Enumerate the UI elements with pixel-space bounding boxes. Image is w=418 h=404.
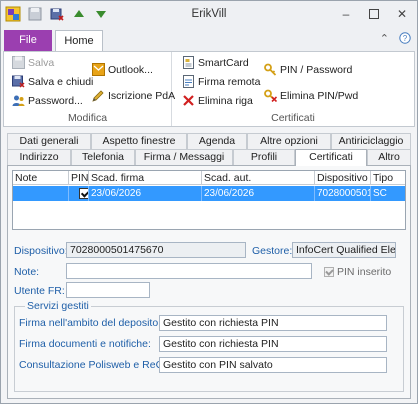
pin-inserito-checkbox[interactable] xyxy=(324,267,334,277)
firma-remota-button[interactable]: Firma remota xyxy=(182,75,260,88)
cell-pin xyxy=(69,186,89,201)
key-icon xyxy=(264,63,277,76)
quick-access-toolbar xyxy=(4,5,110,23)
tab-altre-opzioni[interactable]: Altre opzioni xyxy=(247,133,331,149)
note-label: Note: xyxy=(14,266,40,278)
delete-x-icon xyxy=(182,94,195,107)
cell-scad-firma: 23/06/2026 xyxy=(89,186,202,201)
certificati-panel: Note PIN Scad. firma Scad. aut. Disposit… xyxy=(7,165,411,399)
group-certificati: SmartCard Firma remota Elimina riga PIN … xyxy=(172,52,414,126)
gestore-field[interactable]: InfoCert Qualified Electr xyxy=(292,242,396,258)
app-window: ErikVill – ✕ File Home ⌃ ? Salva Salva e… xyxy=(0,0,418,404)
certificates-grid[interactable]: Note PIN Scad. firma Scad. aut. Disposit… xyxy=(12,170,406,230)
pin-inserito-label: PIN inserito xyxy=(337,266,392,278)
app-logo-icon[interactable] xyxy=(4,5,22,23)
firma-documenti-field[interactable]: Gestito con richiesta PIN xyxy=(159,336,387,352)
minimize-icon[interactable]: – xyxy=(335,5,357,23)
property-tab-row-2: Indirizzo Telefonia Firma / Messaggi Pro… xyxy=(7,149,411,166)
password-button[interactable]: Password... xyxy=(12,94,83,107)
iscrizione-pda-button[interactable]: Iscrizione PdA xyxy=(92,89,175,102)
servizi-gestiti-group: Servizi gestiti Firma nell'ambito del de… xyxy=(14,300,404,392)
tab-altro[interactable]: Altro xyxy=(367,149,411,165)
column-header-dispositivo[interactable]: Dispositivo xyxy=(315,171,371,185)
property-tabs: Dati generali Aspetto finestre Agenda Al… xyxy=(7,133,411,166)
tab-certificati[interactable]: Certificati xyxy=(295,149,367,166)
pin-password-button[interactable]: PIN / Password xyxy=(264,63,352,76)
consultazione-field[interactable]: Gestito con PIN salvato xyxy=(159,357,387,373)
table-row[interactable]: 23/06/2026 23/06/2026 70280005014 SC xyxy=(13,186,405,201)
smartcard-icon xyxy=(182,56,195,69)
file-tab[interactable]: File xyxy=(4,30,52,51)
elimina-pin-button[interactable]: Elimina PIN/Pwd xyxy=(264,89,358,103)
move-up-icon[interactable] xyxy=(70,5,88,23)
modifica-group-label: Modifica xyxy=(67,112,108,124)
elimina-riga-button[interactable]: Elimina riga xyxy=(182,94,253,107)
tab-telefonia[interactable]: Telefonia xyxy=(71,149,135,165)
ribbon: Salva Salva e chiudi Password... Outlook… xyxy=(3,51,415,127)
certificati-group-label: Certificati xyxy=(271,112,315,124)
close-icon[interactable]: ✕ xyxy=(391,5,413,23)
users-icon xyxy=(12,94,25,107)
tab-aspetto-finestre[interactable]: Aspetto finestre xyxy=(91,133,187,149)
servizi-gestiti-legend: Servizi gestiti xyxy=(25,300,91,312)
tab-dati-generali[interactable]: Dati generali xyxy=(7,133,91,149)
pin-checkbox[interactable] xyxy=(79,188,88,199)
save-icon[interactable] xyxy=(26,5,44,23)
cell-tipo: SC xyxy=(373,188,387,199)
collapse-ribbon-icon[interactable]: ⌃ xyxy=(380,32,389,47)
home-tab[interactable]: Home xyxy=(55,30,103,52)
save-icon xyxy=(12,56,25,69)
outlook-icon xyxy=(92,63,105,76)
tab-firma-messaggi[interactable]: Firma / Messaggi xyxy=(135,149,233,165)
column-header-note[interactable]: Note xyxy=(13,171,69,185)
smartcard-button[interactable]: SmartCard xyxy=(182,56,249,69)
utente-fr-field[interactable] xyxy=(66,282,150,298)
window-controls: – ✕ xyxy=(335,5,413,23)
tab-indirizzo[interactable]: Indirizzo xyxy=(7,149,71,165)
column-header-scad-aut[interactable]: Scad. aut. xyxy=(202,171,315,185)
dispositivo-label: Dispositivo: xyxy=(14,245,68,257)
salva-button[interactable]: Salva xyxy=(12,56,54,69)
deposito-label: Firma nell'ambito del deposito atto: xyxy=(19,317,182,329)
cell-dispositivo: 70280005014 xyxy=(315,186,371,201)
column-header-tipo[interactable]: Tipo xyxy=(371,171,405,185)
cell-scad-aut: 23/06/2026 xyxy=(202,186,315,201)
pencil-icon xyxy=(92,89,105,102)
gestore-label: Gestore: xyxy=(252,245,293,257)
deposito-field[interactable]: Gestito con richiesta PIN xyxy=(159,315,387,331)
tab-agenda[interactable]: Agenda xyxy=(187,133,247,149)
remote-signature-icon xyxy=(182,75,195,88)
column-header-scad-firma[interactable]: Scad. firma xyxy=(89,171,202,185)
ribbon-tab-icons: ⌃ ? xyxy=(380,32,411,47)
note-field[interactable] xyxy=(66,263,312,279)
tab-antiriciclaggio[interactable]: Antiriciclaggio xyxy=(331,133,411,149)
salva-chiudi-button[interactable]: Salva e chiudi xyxy=(12,75,93,88)
title-bar: ErikVill – ✕ xyxy=(1,1,417,29)
group-modifica: Salva Salva e chiudi Password... Outlook… xyxy=(4,52,175,126)
svg-text:?: ? xyxy=(403,34,408,43)
save-close-icon[interactable] xyxy=(48,5,66,23)
property-tab-row-1: Dati generali Aspetto finestre Agenda Al… xyxy=(7,133,411,149)
tab-profili[interactable]: Profili xyxy=(233,149,295,165)
outlook-button[interactable]: Outlook... xyxy=(92,63,153,76)
ribbon-tab-row: File Home ⌃ ? xyxy=(1,29,417,52)
help-icon[interactable]: ? xyxy=(399,32,411,47)
utente-fr-label: Utente FR: xyxy=(14,285,65,297)
firma-documenti-label: Firma documenti e notifiche: xyxy=(19,338,151,350)
maximize-icon[interactable] xyxy=(363,5,385,23)
move-down-icon[interactable] xyxy=(92,5,110,23)
save-close-icon xyxy=(12,75,25,88)
cell-note xyxy=(13,186,69,201)
dispositivo-field[interactable]: 7028000501475670 xyxy=(66,242,246,258)
delete-key-icon xyxy=(264,89,278,103)
column-header-pin[interactable]: PIN xyxy=(69,171,89,185)
